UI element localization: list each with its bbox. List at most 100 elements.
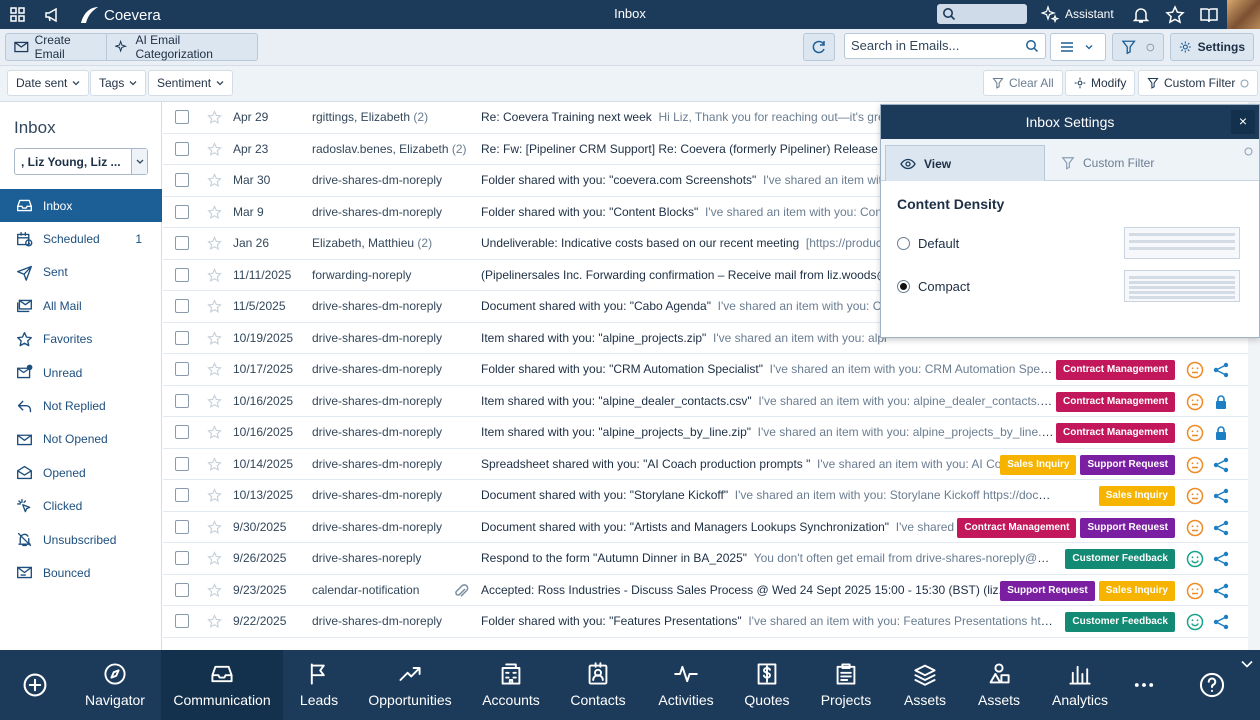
mailbox-select[interactable]: , Liz Young, Liz ... [14, 148, 148, 175]
bottom-nav-navigator[interactable]: Navigator [75, 650, 155, 720]
bottom-nav-analytics[interactable]: Analytics [1042, 650, 1118, 720]
star-icon[interactable] [207, 141, 222, 157]
star-icon[interactable] [207, 519, 222, 535]
sidebar-item-clicked[interactable]: Clicked [0, 490, 162, 523]
row-checkbox[interactable] [175, 141, 189, 156]
star-icon[interactable] [207, 582, 222, 598]
email-tag[interactable]: Customer Feedback [1065, 549, 1175, 569]
email-row[interactable]: 10/14/2025 drive-shares-dm-noreply Sprea… [163, 449, 1248, 480]
email-tag[interactable]: Contract Management [957, 517, 1077, 538]
share-icon[interactable] [1212, 613, 1230, 631]
email-tag[interactable]: Customer Feedback [1065, 612, 1175, 632]
tab-view[interactable]: View [885, 145, 1045, 181]
star-icon[interactable] [207, 299, 222, 314]
star-icon[interactable] [207, 393, 222, 409]
email-tag[interactable]: Sales Inquiry [1098, 486, 1175, 506]
bottom-nav-assets[interactable]: Assets [966, 650, 1032, 720]
share-icon[interactable] [1212, 519, 1230, 537]
radio-button[interactable] [897, 237, 910, 250]
refresh-button[interactable] [803, 33, 835, 61]
bottom-nav-help[interactable] [1187, 650, 1237, 720]
clear-all-button[interactable]: Clear All [983, 70, 1063, 96]
bell-icon[interactable] [1131, 5, 1151, 25]
custom-filter-button[interactable]: Custom Filter [1138, 70, 1259, 96]
tags-filter[interactable]: Tags [90, 70, 147, 96]
sentiment-filter[interactable]: Sentiment [148, 70, 234, 96]
share-icon[interactable] [1212, 487, 1230, 505]
bottom-nav-contacts[interactable]: Contacts [562, 650, 634, 720]
sidebar-item-favorites[interactable]: Favorites [0, 323, 162, 356]
star-icon[interactable] [207, 330, 222, 346]
sidebar-item-scheduled[interactable]: Scheduled 1 [0, 222, 162, 255]
bottom-nav-opportunities[interactable]: Opportunities [358, 650, 462, 720]
close-button[interactable]: × [1231, 110, 1255, 134]
email-tag[interactable]: Support Request [1080, 517, 1175, 538]
star-icon[interactable] [207, 110, 222, 125]
row-checkbox[interactable] [175, 110, 189, 124]
star-icon[interactable] [207, 614, 222, 629]
share-icon[interactable] [1212, 361, 1230, 379]
row-checkbox[interactable] [175, 614, 189, 628]
lock-icon[interactable] [1212, 393, 1230, 411]
assistant-button[interactable]: Assistant [1041, 5, 1114, 23]
filter-toggle-button[interactable] [1112, 33, 1164, 61]
mailbox-select-arrow[interactable] [131, 149, 147, 174]
email-row[interactable]: 9/22/2025 drive-shares-dm-noreply Folder… [163, 606, 1248, 638]
email-row[interactable]: 9/30/2025 drive-shares-dm-noreply Docume… [163, 512, 1248, 543]
sidebar-item-bounced[interactable]: Bounced [0, 556, 162, 589]
email-tag[interactable]: Contract Management [1055, 360, 1175, 380]
star-icon[interactable] [207, 362, 222, 377]
density-option-default[interactable]: Default [897, 236, 959, 251]
bottom-nav-projects[interactable]: Projects [808, 650, 884, 720]
email-tag[interactable]: Sales Inquiry [1098, 580, 1175, 601]
modify-button[interactable]: Modify [1065, 70, 1136, 96]
email-tag[interactable]: Contract Management [1055, 423, 1175, 443]
sidebar-item-not-opened[interactable]: Not Opened [0, 423, 162, 456]
sidebar-item-all-mail[interactable]: All Mail [0, 289, 162, 322]
row-checkbox[interactable] [175, 299, 189, 313]
tab-custom-filter[interactable]: Custom Filter [1047, 145, 1257, 181]
bottom-nav-add-circle[interactable] [5, 650, 65, 720]
sidebar-item-not-replied[interactable]: Not Replied [0, 389, 162, 422]
bottom-nav-accounts[interactable]: Accounts [469, 650, 553, 720]
share-icon[interactable] [1212, 456, 1230, 474]
star-icon[interactable] [207, 425, 222, 440]
sidebar-item-unsubscribed[interactable]: Unsubscribed [0, 523, 162, 556]
row-checkbox[interactable] [175, 551, 189, 565]
ai-categorization-button[interactable]: AI Email Categorization [106, 33, 258, 61]
row-checkbox[interactable] [175, 519, 189, 534]
row-checkbox[interactable] [175, 456, 189, 471]
user-avatar[interactable] [1227, 0, 1260, 29]
date-sent-filter[interactable]: Date sent [7, 70, 90, 96]
star-icon[interactable] [207, 456, 222, 472]
row-checkbox[interactable] [175, 267, 189, 282]
density-option-compact[interactable]: Compact [897, 279, 970, 294]
star-icon[interactable] [207, 267, 222, 283]
star-icon[interactable] [207, 236, 222, 251]
create-email-button[interactable]: Create Email [5, 33, 107, 61]
collapse-chevron-icon[interactable] [1241, 660, 1253, 668]
sidebar-item-inbox[interactable]: Inbox [0, 189, 162, 223]
row-checkbox[interactable] [175, 204, 189, 219]
lock-icon[interactable] [1212, 424, 1230, 442]
star-icon[interactable] [207, 204, 222, 220]
email-row[interactable]: 9/23/2025 calendar-notification Accepted… [163, 575, 1248, 606]
sidebar-item-sent[interactable]: Sent [0, 256, 162, 289]
book-icon[interactable] [1199, 5, 1219, 25]
email-tag[interactable]: Contract Management [1055, 391, 1175, 412]
star-icon[interactable] [207, 173, 222, 188]
bottom-nav-activities[interactable]: Activities [648, 650, 724, 720]
row-checkbox[interactable] [175, 173, 189, 187]
bottom-nav-communication[interactable]: Communication [161, 650, 283, 720]
sidebar-item-opened[interactable]: Opened [0, 456, 162, 489]
share-icon[interactable] [1212, 550, 1230, 568]
star-icon[interactable] [1165, 5, 1185, 25]
row-checkbox[interactable] [175, 330, 189, 345]
email-tag[interactable]: Support Request [1080, 454, 1175, 475]
email-row[interactable]: 9/26/2025 drive-shares-noreply Respond t… [163, 543, 1248, 575]
email-row[interactable]: 10/16/2025 drive-shares-dm-noreply Item … [163, 417, 1248, 449]
bottom-nav-leads[interactable]: Leads [284, 650, 354, 720]
email-row[interactable]: 10/13/2025 drive-shares-dm-noreply Docum… [163, 480, 1248, 512]
row-checkbox[interactable] [175, 425, 189, 439]
settings-button[interactable]: Settings [1170, 33, 1254, 61]
